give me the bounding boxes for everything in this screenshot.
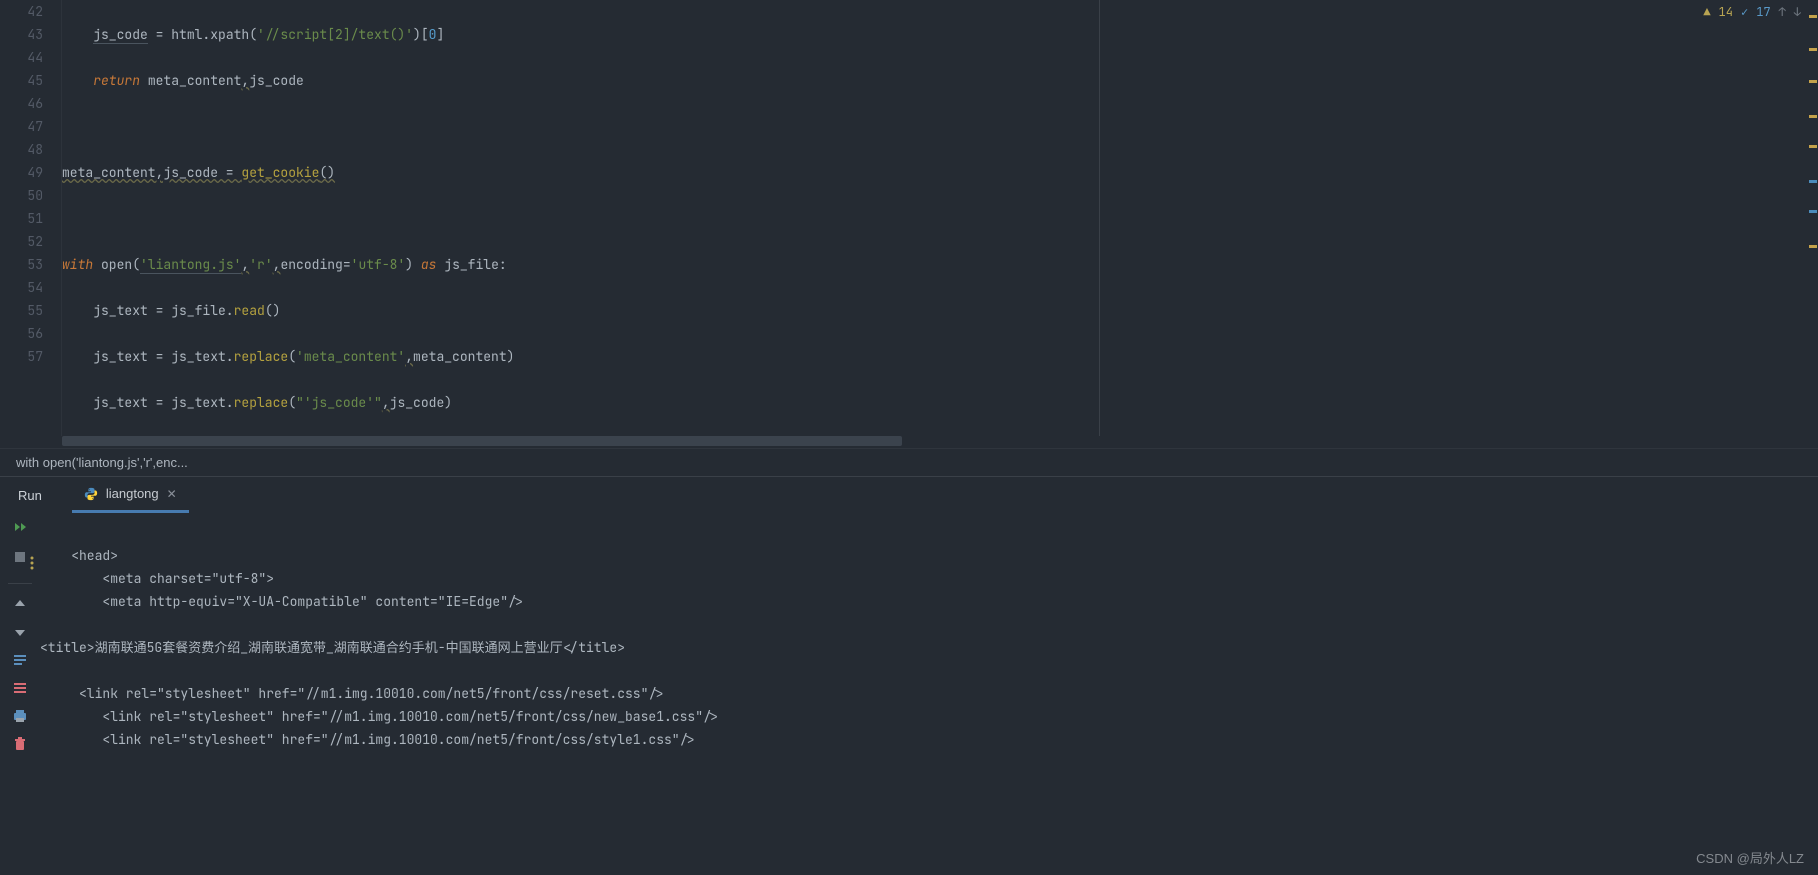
hint-icon: ✓ [1741, 4, 1748, 20]
run-tab-label: liangtong [106, 486, 159, 501]
delete-button[interactable] [12, 736, 28, 752]
ruler-line [1099, 0, 1100, 436]
watermark-text: CSDN @局外人LZ [1696, 848, 1804, 867]
arrow-up-icon[interactable]: ↑ [1779, 4, 1786, 20]
scroll-down-button[interactable] [12, 624, 28, 640]
line-number-gutter: 42 43 44 45 46 47 48 49 50 51 52 53 54 5… [0, 0, 62, 436]
run-label: Run [18, 488, 42, 503]
error-stripe[interactable] [1806, 0, 1818, 436]
python-icon [84, 487, 98, 501]
arrow-down-icon[interactable]: ↓ [1794, 4, 1801, 20]
run-toolbar [0, 513, 40, 858]
editor-area: 42 43 44 45 46 47 48 49 50 51 52 53 54 5… [0, 0, 1818, 436]
code-editor[interactable]: js_code = html.xpath('//script[2]/text()… [62, 0, 1818, 436]
horizontal-scrollbar[interactable] [0, 436, 1818, 448]
inspection-widget[interactable]: ▲ 14 ✓ 17 ↑ ↓ [1703, 4, 1801, 20]
scrollbar-thumb[interactable] [62, 436, 902, 446]
close-tab-icon[interactable]: ✕ [167, 487, 177, 501]
run-configuration-tab[interactable]: liangtong ✕ [72, 477, 189, 513]
run-tabs: Run liangtong ✕ [0, 477, 1818, 513]
scroll-up-button[interactable] [12, 596, 28, 612]
run-tool-window: Run liangtong ✕ <head> <meta charset="ut… [0, 476, 1818, 858]
soft-wrap-button[interactable] [12, 652, 28, 668]
hint-count: 17 [1756, 4, 1770, 20]
console-output[interactable]: <head> <meta charset="utf-8"> <meta http… [40, 513, 1818, 858]
scroll-to-end-button[interactable] [12, 680, 28, 696]
more-menu-button[interactable] [24, 555, 40, 571]
warning-count: 14 [1719, 4, 1733, 20]
warning-triangle-icon: ▲ [1703, 4, 1710, 20]
print-button[interactable] [12, 708, 28, 724]
breadcrumb[interactable]: with open('liantong.js','r',enc... [0, 448, 1818, 476]
rerun-button[interactable] [12, 521, 28, 537]
